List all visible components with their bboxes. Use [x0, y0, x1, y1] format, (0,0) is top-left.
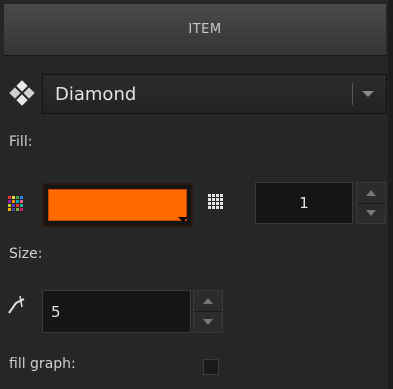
size-label: Size:: [9, 246, 43, 262]
arrow-down-icon: [366, 210, 376, 217]
color-dropdown-corner-icon: [178, 217, 188, 222]
panel-title: ITEM: [188, 22, 222, 37]
size-input[interactable]: 5: [42, 290, 191, 333]
color-palette-icon: [8, 196, 24, 212]
pattern-increment-button[interactable]: [357, 183, 385, 204]
panel-header: ITEM: [4, 4, 386, 56]
fill-color-swatch[interactable]: [42, 183, 193, 227]
fill-graph-checkbox[interactable]: [203, 359, 219, 375]
diamond-shape-icon: [9, 80, 35, 106]
shape-dropdown[interactable]: Diamond: [42, 74, 387, 114]
pattern-stepper[interactable]: [356, 182, 386, 224]
pattern-decrement-button[interactable]: [357, 204, 385, 224]
pattern-input[interactable]: 1: [255, 182, 353, 224]
arrow-up-icon: [366, 189, 376, 196]
size-input-value: 5: [51, 302, 61, 321]
fill-label: Fill:: [9, 134, 33, 150]
fill-graph-label: fill graph:: [9, 356, 76, 372]
size-stepper[interactable]: [193, 290, 223, 333]
size-decrement-button[interactable]: [194, 312, 222, 332]
arrow-down-icon: [203, 319, 213, 325]
fill-color-value: [48, 189, 187, 221]
chevron-down-icon[interactable]: [362, 91, 374, 97]
pattern-input-value: 1: [299, 194, 309, 212]
item-panel: ITEM Diamond Fill: 1 Size: 5 fill graph:: [0, 0, 388, 389]
shape-dropdown-value: Diamond: [55, 83, 137, 105]
grid-pattern-icon: [208, 194, 224, 210]
dropdown-divider: [352, 83, 353, 105]
size-line-icon: [8, 295, 25, 314]
arrow-up-icon: [203, 298, 213, 304]
size-increment-button[interactable]: [194, 291, 222, 312]
